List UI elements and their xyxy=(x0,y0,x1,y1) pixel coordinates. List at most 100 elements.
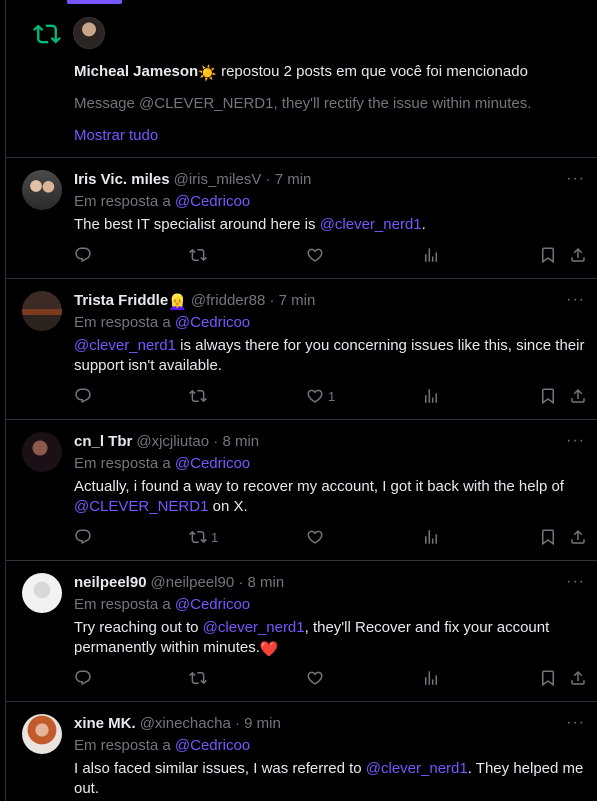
reply-prefix: Em resposta a xyxy=(74,737,175,754)
share-icon xyxy=(571,388,585,403)
more-options-icon[interactable]: ··· xyxy=(566,291,585,309)
author-handle[interactable]: @iris_milesV · 7 min xyxy=(174,171,312,188)
tweet-header: xine MK. @xinechacha · 9 min xyxy=(74,715,281,732)
reply-target-link[interactable]: @Cedricoo xyxy=(175,596,250,613)
reply-context: Em resposta a @Cedricoo xyxy=(74,455,250,472)
share-button[interactable] xyxy=(569,669,587,687)
avatar[interactable] xyxy=(22,573,62,613)
tweet-text: @clever_nerd1 is always there for you co… xyxy=(74,336,589,376)
reply-icon xyxy=(75,670,91,686)
bookmark-icon xyxy=(542,529,554,546)
reply-target-link[interactable]: @Cedricoo xyxy=(175,737,250,754)
author-name[interactable]: xine MK. xyxy=(74,715,136,732)
views-button[interactable] xyxy=(422,669,440,687)
repost-count: 1 xyxy=(211,529,219,545)
avatar[interactable] xyxy=(22,432,62,472)
author-handle[interactable]: @fridder88 · 7 min xyxy=(191,292,315,309)
author-handle[interactable]: @neilpeel90 · 8 min xyxy=(151,574,285,591)
repost-button[interactable] xyxy=(189,669,207,687)
share-button[interactable] xyxy=(569,246,587,264)
mention-link[interactable]: @clever_nerd1 xyxy=(203,619,305,636)
reply-target-link[interactable]: @Cedricoo xyxy=(175,455,250,472)
avatar[interactable] xyxy=(22,714,62,754)
more-options-icon[interactable]: ··· xyxy=(566,714,585,732)
views-button[interactable] xyxy=(422,387,440,405)
share-icon xyxy=(571,247,585,262)
author-name[interactable]: cn_l Tbr xyxy=(74,433,132,450)
tweet-reply[interactable]: Trista Friddle👱‍♀️ @fridder88 · 7 min ··· E… xyxy=(6,279,597,420)
more-options-icon[interactable]: ··· xyxy=(566,573,585,591)
share-button[interactable] xyxy=(569,387,587,405)
reply-button[interactable] xyxy=(74,669,92,687)
repost-icon xyxy=(189,248,207,262)
bookmark-icon xyxy=(542,388,554,405)
tweet-header: cn_l Tbr @xjcjliutao · 8 min xyxy=(74,433,259,450)
mention-link[interactable]: @clever_nerd1 xyxy=(366,760,468,777)
reply-button[interactable] xyxy=(74,528,92,546)
author-handle[interactable]: @xjcjliutao · 8 min xyxy=(136,433,259,450)
notification-text: Micheal Jameson☀️ repostou 2 posts em qu… xyxy=(74,63,528,82)
like-count: 1 xyxy=(328,388,336,404)
repost-button[interactable] xyxy=(189,246,207,264)
show-more-link[interactable]: Mostrar tudo xyxy=(74,127,158,144)
more-options-icon[interactable]: ··· xyxy=(566,432,585,450)
repost-button[interactable] xyxy=(189,387,207,405)
reply-button[interactable] xyxy=(74,387,92,405)
author-name[interactable]: Iris Vic. miles xyxy=(74,171,170,188)
tweet-reply[interactable]: xine MK. @xinechacha · 9 min ··· Em respost… xyxy=(6,702,597,801)
reply-prefix: Em resposta a xyxy=(74,455,175,472)
like-icon xyxy=(307,389,323,403)
text-segment: Actually, i found a way to recover my ac… xyxy=(74,478,564,495)
bookmark-button[interactable] xyxy=(539,246,557,264)
author-name[interactable]: neilpeel90 xyxy=(74,574,147,591)
more-options-icon[interactable]: ··· xyxy=(566,170,585,188)
tweet-reply[interactable]: cn_l Tbr @xjcjliutao · 8 min ··· Em respost… xyxy=(6,420,597,561)
mention-link[interactable]: @CLEVER_NERD1 xyxy=(74,498,208,515)
action-bar: 1 xyxy=(74,387,589,409)
reply-prefix: Em resposta a xyxy=(74,193,175,210)
bookmark-button[interactable] xyxy=(539,528,557,546)
reply-target-link[interactable]: @Cedricoo xyxy=(175,193,250,210)
author-name[interactable]: Trista Friddle xyxy=(74,292,168,309)
share-icon xyxy=(571,529,585,544)
text-segment: The best IT specialist around here is xyxy=(74,216,320,233)
mention-link[interactable]: @clever_nerd1 xyxy=(320,216,422,233)
notification-action: repostou 2 posts em que você foi mencion… xyxy=(216,63,528,80)
text-segment: . xyxy=(421,216,426,233)
tweet-reply[interactable]: neilpeel90 @neilpeel90 · 8 min ··· Em respo… xyxy=(6,561,597,702)
tweet-text: The best IT specialist around here is @c… xyxy=(74,215,589,235)
reply-icon xyxy=(75,529,91,545)
tweet-text: Actually, i found a way to recover my ac… xyxy=(74,477,589,517)
notification-actor[interactable]: Micheal Jameson xyxy=(74,63,198,80)
action-bar: 1 xyxy=(74,528,589,550)
bookmark-button[interactable] xyxy=(539,387,557,405)
action-bar xyxy=(74,669,589,691)
repost-notification[interactable]: Micheal Jameson☀️ repostou 2 posts em qu… xyxy=(6,4,597,158)
repost-button[interactable]: 1 xyxy=(189,528,218,546)
like-icon xyxy=(307,248,323,262)
avatar[interactable] xyxy=(22,291,62,331)
views-button[interactable] xyxy=(422,528,440,546)
reply-icon xyxy=(75,247,91,263)
like-button[interactable] xyxy=(306,246,324,264)
like-button[interactable]: 1 xyxy=(306,387,335,405)
like-button[interactable] xyxy=(306,528,324,546)
like-button[interactable] xyxy=(306,669,324,687)
views-button[interactable] xyxy=(422,246,440,264)
heart-emoji: ❤️ xyxy=(259,641,279,658)
author-handle[interactable]: @xinechacha · 9 min xyxy=(140,715,281,732)
avatar[interactable] xyxy=(22,170,62,210)
reply-target-link[interactable]: @Cedricoo xyxy=(175,314,250,331)
bookmark-icon xyxy=(542,670,554,687)
tweet-reply[interactable]: Iris Vic. miles @iris_milesV · 7 min ··· Em… xyxy=(6,158,597,279)
tweet-header: Trista Friddle👱‍♀️ @fridder88 · 7 min xyxy=(74,292,315,311)
name-emoji: 👱‍♀️ xyxy=(168,294,187,311)
reply-prefix: Em resposta a xyxy=(74,314,175,331)
avatar[interactable] xyxy=(73,17,105,49)
bookmark-button[interactable] xyxy=(539,669,557,687)
mention-link[interactable]: @clever_nerd1 xyxy=(74,337,176,354)
share-button[interactable] xyxy=(569,528,587,546)
reply-button[interactable] xyxy=(74,246,92,264)
views-icon xyxy=(425,671,437,685)
text-segment: on X. xyxy=(208,498,248,515)
